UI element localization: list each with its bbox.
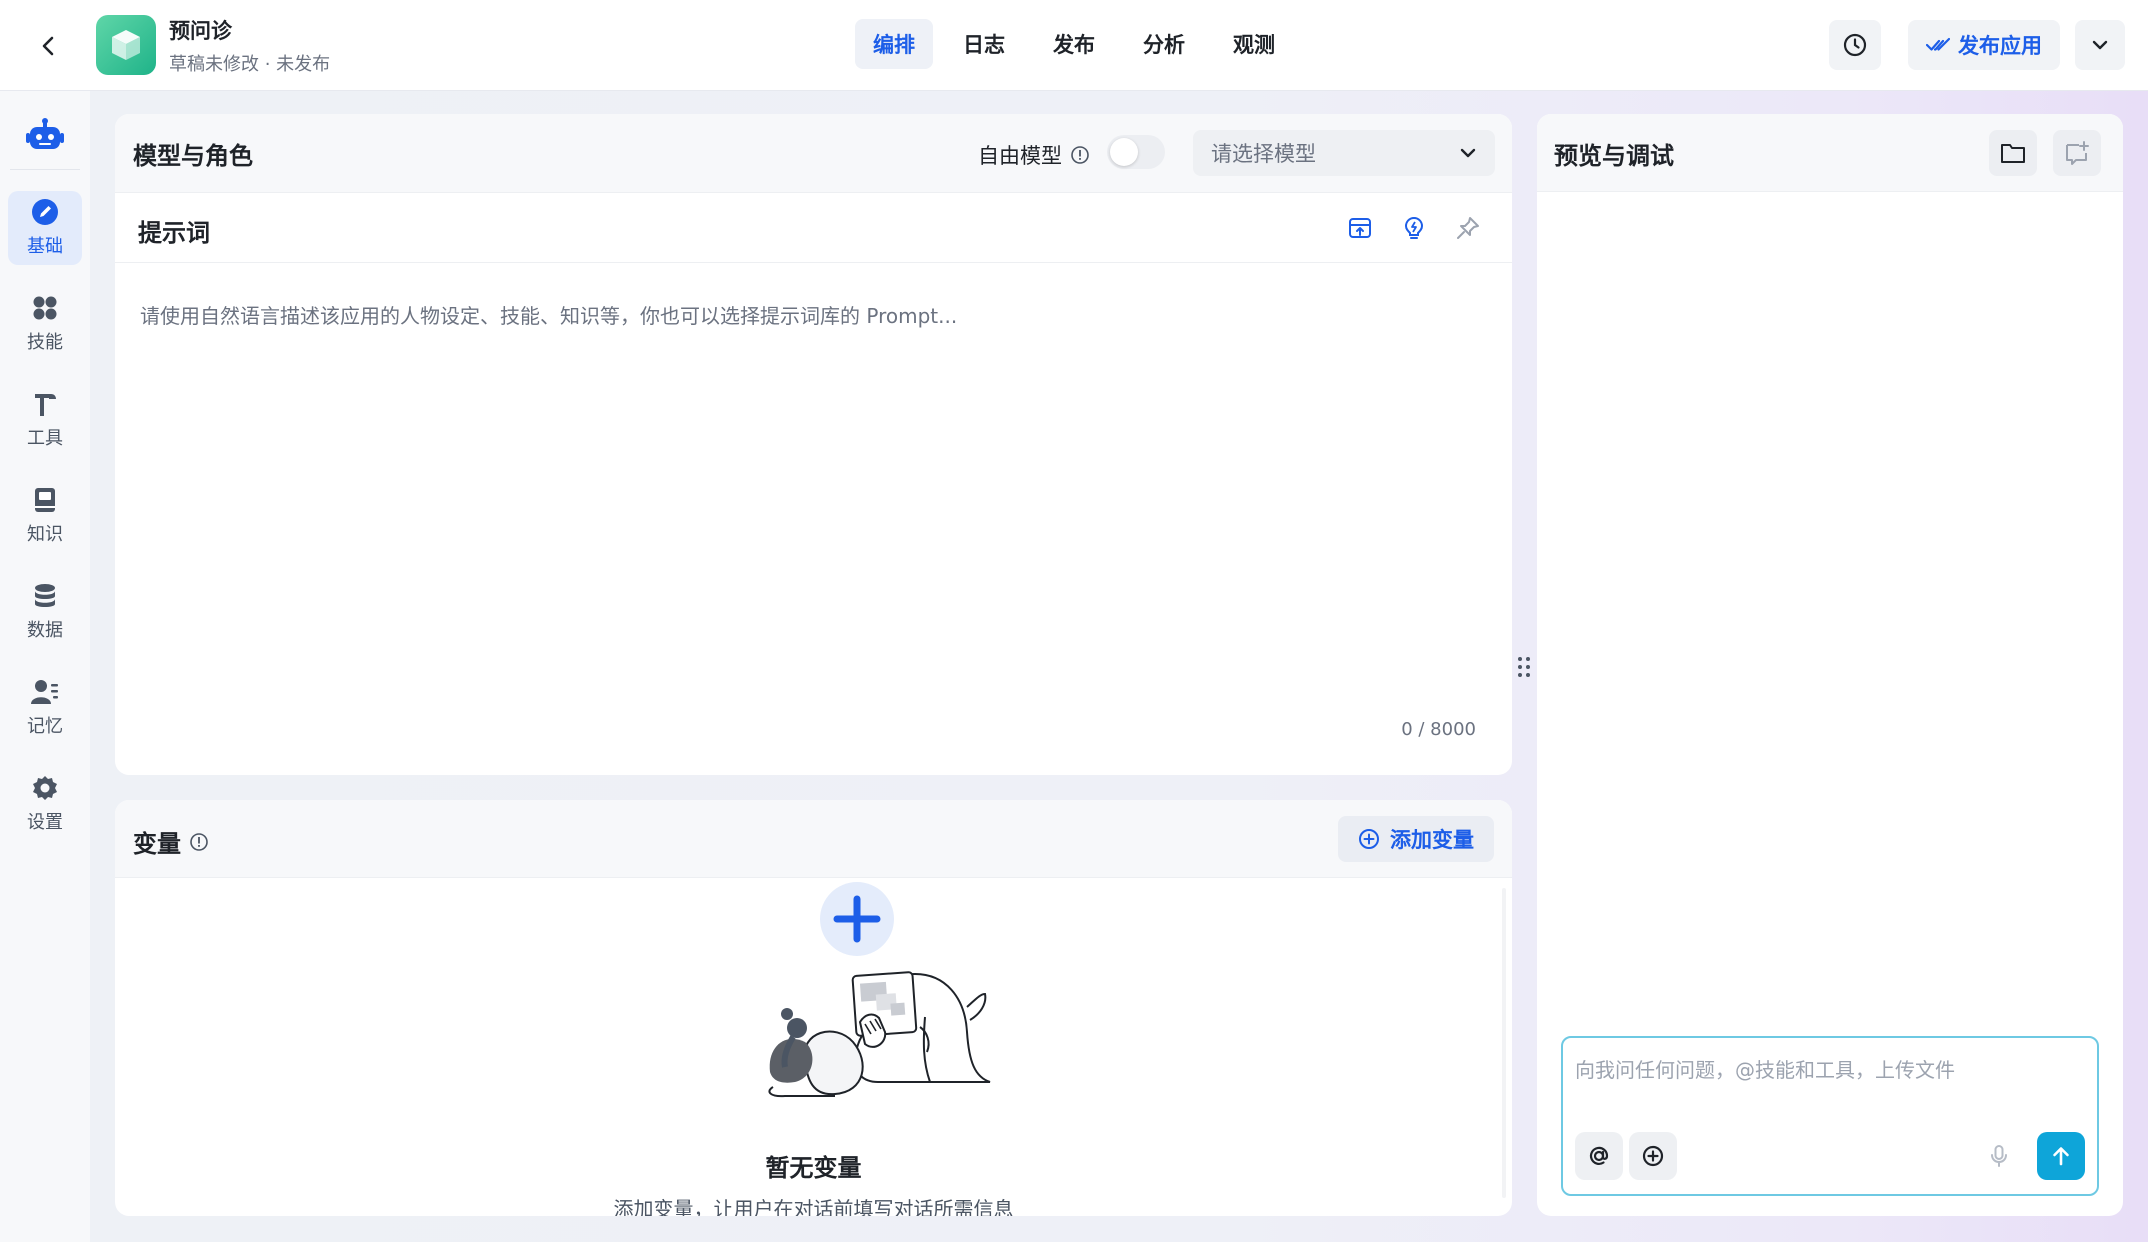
prompt-input[interactable]: 请使用自然语言描述该应用的人物设定、技能、知识等，你也可以选择提示词库的 Pro… <box>140 300 957 329</box>
user-memory-icon <box>31 678 59 706</box>
chevron-left-icon <box>37 35 59 57</box>
sidebar-item-label: 基础 <box>27 236 63 257</box>
mention-button[interactable] <box>1575 1132 1623 1180</box>
at-sign-icon <box>1587 1144 1611 1168</box>
apps-icon <box>31 294 59 322</box>
tab-observe[interactable]: 观测 <box>1215 19 1293 69</box>
info-icon <box>189 832 209 852</box>
publish-options-button[interactable] <box>2075 20 2125 70</box>
preview-title: 预览与调试 <box>1554 142 1674 170</box>
model-select-placeholder: 请选择模型 <box>1211 142 1316 166</box>
prompt-pin-button[interactable] <box>1454 214 1482 242</box>
model-role-title: 模型与角色 <box>133 142 253 170</box>
publish-app-button[interactable]: 发布应用 <box>1908 20 2060 70</box>
clock-icon <box>1842 32 1868 58</box>
tab-publish[interactable]: 发布 <box>1035 19 1113 69</box>
sidebar-divider <box>10 169 80 170</box>
nav-tabs: 编排 日志 发布 分析 观测 <box>855 19 1293 69</box>
sidebar-item-label: 设置 <box>27 812 63 833</box>
free-model-label: 自由模型 <box>978 144 1062 168</box>
import-box-icon <box>1347 215 1373 241</box>
chat-input-placeholder: 向我问任何问题，@技能和工具，上传文件 <box>1575 1058 1955 1082</box>
empty-variables-description: 添加变量，让用户在对话前填写对话所需信息 <box>613 1197 1014 1216</box>
pin-icon <box>1455 215 1481 241</box>
attach-button[interactable] <box>1629 1132 1677 1180</box>
sidebar-item-settings[interactable]: 设置 <box>8 767 82 841</box>
toggle-knob <box>1110 138 1138 166</box>
sidebar-item-skills[interactable]: 技能 <box>8 287 82 361</box>
prompt-optimize-button[interactable] <box>1400 214 1428 242</box>
history-button[interactable] <box>1829 20 1881 70</box>
files-button[interactable] <box>1989 130 2037 176</box>
prompt-title: 提示词 <box>138 219 210 247</box>
app-logo <box>96 15 156 75</box>
app-status: 草稿未修改 · 未发布 <box>169 54 331 75</box>
variables-header: 变量 添加变量 <box>115 800 1512 878</box>
hammer-icon <box>31 390 59 418</box>
lightbulb-icon <box>1401 215 1427 241</box>
plus-circle-icon <box>1641 1144 1665 1168</box>
top-bar: 预问诊 草稿未修改 · 未发布 编排 日志 发布 分析 观测 发布应用 <box>0 0 2148 91</box>
variables-title: 变量 <box>133 830 181 858</box>
sidebar-item-label: 知识 <box>27 524 63 545</box>
variables-panel: 变量 添加变量 暂无变量 添加变量，让用户在对话前填写对话所需信息 <box>115 800 1512 1216</box>
double-check-icon <box>1926 36 1950 54</box>
tab-analytics[interactable]: 分析 <box>1125 19 1203 69</box>
book-icon <box>31 486 59 514</box>
sidebar-item-label: 记忆 <box>27 716 63 737</box>
sidebar-item-knowledge[interactable]: 知识 <box>8 479 82 553</box>
preview-debug-panel: 预览与调试 向我问任何问题，@技能和工具，上传文件 <box>1537 114 2123 1216</box>
sidebar-item-data[interactable]: 数据 <box>8 575 82 649</box>
chat-input-box[interactable]: 向我问任何问题，@技能和工具，上传文件 <box>1561 1036 2099 1196</box>
model-select[interactable]: 请选择模型 <box>1193 130 1495 176</box>
plus-circle-icon <box>1358 828 1380 850</box>
tab-logs[interactable]: 日志 <box>945 19 1023 69</box>
sidebar-item-basic[interactable]: 基础 <box>8 191 82 265</box>
add-variable-button[interactable]: 添加变量 <box>1338 816 1494 862</box>
send-button[interactable] <box>2037 1132 2085 1180</box>
empty-variables-title: 暂无变量 <box>765 1154 862 1182</box>
prompt-header: 提示词 <box>115 192 1512 263</box>
free-model-label-group: 自由模型 <box>978 140 1090 170</box>
app-name: 预问诊 <box>169 19 232 43</box>
model-role-panel: 模型与角色 自由模型 请选择模型 提示词 请使用自然语言描述该应用的人物设定、技… <box>115 114 1512 775</box>
preview-header: 预览与调试 <box>1537 114 2123 192</box>
cube-icon <box>112 30 140 60</box>
drag-dots-icon <box>1518 657 1530 677</box>
free-model-toggle[interactable] <box>1107 135 1165 169</box>
arrow-up-icon <box>2049 1144 2073 1168</box>
add-variable-label: 添加变量 <box>1390 828 1474 852</box>
voice-input-button[interactable] <box>1975 1132 2023 1180</box>
chevron-down-icon <box>2090 35 2110 55</box>
panel-resize-handle[interactable] <box>1516 655 1532 679</box>
folder-icon <box>2000 141 2026 165</box>
variables-title-group: 变量 <box>133 824 209 859</box>
model-role-header: 模型与角色 自由模型 请选择模型 <box>115 114 1512 192</box>
sidebar-item-label: 工具 <box>27 428 63 449</box>
gear-icon <box>31 774 59 802</box>
new-chat-button[interactable] <box>2053 130 2101 176</box>
prompt-library-button[interactable] <box>1346 214 1374 242</box>
publish-app-label: 发布应用 <box>1958 34 2042 58</box>
tab-orchestrate[interactable]: 编排 <box>855 19 933 69</box>
variables-scrollbar[interactable] <box>1502 888 1506 1198</box>
prompt-toolbar <box>1346 214 1482 242</box>
pencil-icon <box>31 198 59 226</box>
left-sidebar: 基础 技能 工具 知识 数据 记忆 设置 <box>0 91 90 1242</box>
prompt-char-count: 0 / 8000 <box>1401 719 1476 740</box>
robot-icon <box>23 113 67 157</box>
sidebar-item-label: 数据 <box>27 620 63 641</box>
empty-variables-illustration <box>695 882 1035 1102</box>
database-icon <box>31 582 59 610</box>
info-icon <box>1070 145 1090 165</box>
microphone-icon <box>1987 1144 2011 1168</box>
back-button[interactable] <box>30 28 66 64</box>
sidebar-item-memory[interactable]: 记忆 <box>8 671 82 745</box>
sidebar-item-label: 技能 <box>27 332 63 353</box>
chevron-down-icon <box>1457 142 1479 164</box>
new-chat-icon <box>2064 140 2090 166</box>
sidebar-item-tools[interactable]: 工具 <box>8 383 82 457</box>
